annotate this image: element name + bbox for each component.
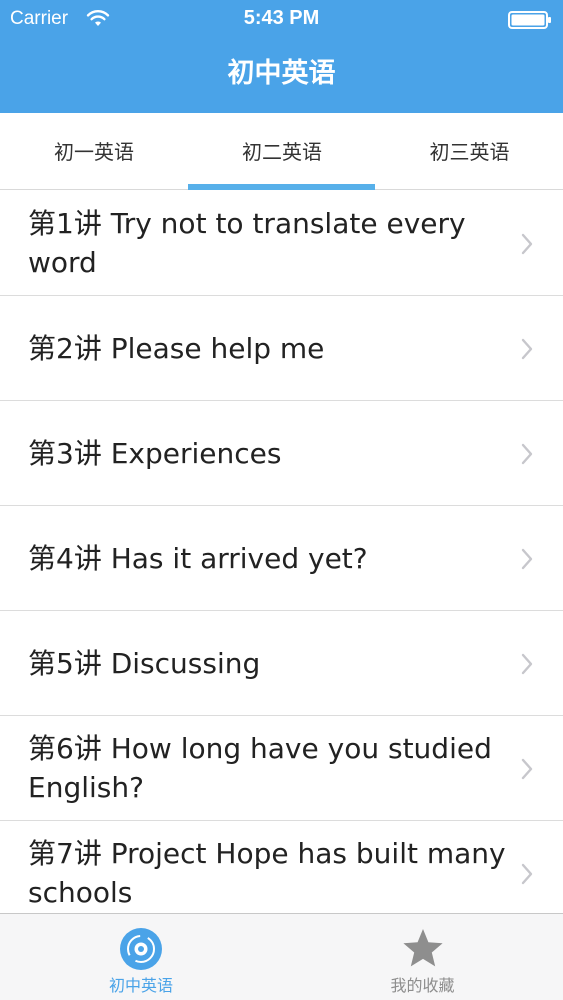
tab-bar-item-courses[interactable]: 初中英语 bbox=[0, 914, 282, 1000]
lesson-row-4[interactable]: 第4讲 Has it arrived yet? bbox=[0, 506, 563, 611]
chevron-right-icon bbox=[521, 443, 533, 465]
app-screen: Carrier 5:43 PM 初中英语 初一英语 初二英语 初三英语 第1讲 … bbox=[0, 0, 563, 1000]
lesson-row-3[interactable]: 第3讲 Experiences bbox=[0, 401, 563, 506]
lesson-title: 第4讲 Has it arrived yet? bbox=[28, 541, 368, 575]
tab-bar-item-favorites[interactable]: 我的收藏 bbox=[282, 914, 563, 1000]
lesson-row-2[interactable]: 第2讲 Please help me bbox=[0, 296, 563, 401]
page-title: 初中英语 bbox=[227, 58, 336, 89]
tab-grade-three[interactable]: 初三英语 bbox=[376, 113, 563, 190]
battery-icon bbox=[508, 11, 551, 29]
status-time: 5:43 PM bbox=[243, 7, 320, 29]
chevron-right-icon bbox=[521, 548, 533, 570]
tab-bar-label-favorites: 我的收藏 bbox=[390, 976, 455, 995]
chevron-right-icon bbox=[521, 863, 533, 885]
lesson-list: 第1讲 Try not to translate every word 第2讲 … bbox=[0, 191, 563, 913]
chevron-right-icon bbox=[521, 653, 533, 675]
chevron-right-icon bbox=[521, 758, 533, 780]
star-icon bbox=[402, 929, 443, 967]
chevron-right-icon bbox=[521, 338, 533, 360]
tab-bar-label-courses: 初中英语 bbox=[108, 976, 173, 995]
bottom-tab-bar: 初中英语 我的收藏 bbox=[0, 913, 563, 1000]
lesson-row-1[interactable]: 第1讲 Try not to translate every word bbox=[0, 191, 563, 296]
lesson-row-7[interactable]: 第7讲 Project Hope has built many schools bbox=[0, 821, 563, 913]
disc-icon bbox=[120, 928, 162, 970]
lesson-title: 第1讲 Try not to translate every word bbox=[28, 207, 466, 279]
lesson-title: 第5讲 Discussing bbox=[28, 646, 261, 680]
status-bar: Carrier 5:43 PM bbox=[0, 0, 563, 38]
lesson-title: 第7讲 Project Hope has built many schools bbox=[28, 837, 506, 909]
lesson-row-5[interactable]: 第5讲 Discussing bbox=[0, 611, 563, 716]
tab-grade-two[interactable]: 初二英语 bbox=[188, 113, 376, 190]
lesson-row-6[interactable]: 第6讲 How long have you studied English? bbox=[0, 716, 563, 821]
tab-grade-one[interactable]: 初一英语 bbox=[0, 113, 188, 190]
lesson-title: 第6讲 How long have you studied English? bbox=[28, 732, 492, 804]
header: Carrier 5:43 PM 初中英语 bbox=[0, 0, 563, 113]
lesson-title: 第2讲 Please help me bbox=[28, 331, 325, 365]
chevron-right-icon bbox=[521, 233, 533, 255]
selected-tab-indicator bbox=[188, 184, 375, 190]
grade-segment-control: 初一英语 初二英语 初三英语 bbox=[0, 113, 563, 190]
lesson-title: 第3讲 Experiences bbox=[28, 436, 282, 470]
